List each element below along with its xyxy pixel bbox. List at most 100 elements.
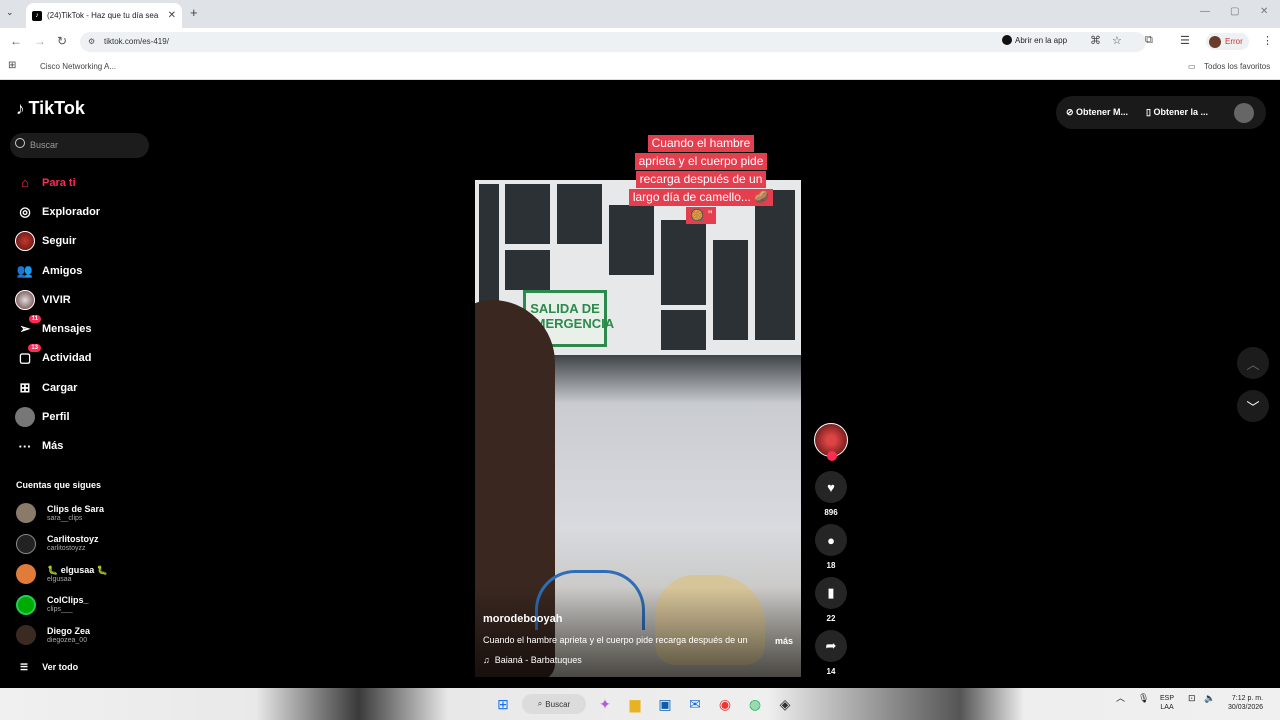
sidebar-nav: ⌂ Para ti ◎ Explorador Seguir 👥 Amigos V… bbox=[14, 168, 100, 461]
save-action[interactable]: ▮ 22 bbox=[813, 577, 849, 624]
comment-icon[interactable]: ● bbox=[815, 524, 847, 556]
following-section-title: Cuentas que sigues bbox=[16, 480, 102, 490]
browser-menu-icon[interactable]: ⋮ bbox=[1262, 34, 1273, 47]
sidebar-item-amigos[interactable]: 👥 Amigos bbox=[14, 256, 100, 285]
taskbar-search[interactable]: ⌕ Buscar bbox=[522, 694, 586, 714]
share-count: 14 bbox=[826, 667, 836, 676]
translate-icon[interactable]: ⌘ bbox=[1090, 34, 1101, 47]
user-avatar[interactable] bbox=[1234, 103, 1254, 123]
messages-icon: ➢ 11 bbox=[14, 315, 41, 340]
bookmark-all-favorites[interactable]: Todos los favoritos bbox=[1204, 62, 1270, 71]
apps-grid-icon[interactable]: ⊞ bbox=[8, 60, 16, 71]
tiktok-note-icon: ♪ bbox=[16, 98, 25, 118]
clock-time: 7:12 p. m. bbox=[1231, 695, 1264, 702]
file-explorer-icon[interactable]: ▆ bbox=[624, 693, 646, 715]
compass-icon: ◎ bbox=[19, 203, 31, 219]
account-name: ColClips_ bbox=[47, 595, 89, 606]
clock[interactable]: 7:12 p. m. 30/03/2026 bbox=[1228, 694, 1263, 712]
following-account[interactable]: ColClips_ clips___ bbox=[16, 590, 108, 621]
see-all-button[interactable]: ☰ Ver todo bbox=[20, 662, 78, 673]
get-coins-label: Obtener M... bbox=[1076, 107, 1129, 117]
sidebar-item-vivir[interactable]: VIVIR bbox=[14, 285, 100, 314]
maximize-icon[interactable]: ▢ bbox=[1230, 6, 1239, 17]
microphone-icon[interactable]: 🎙 bbox=[1138, 694, 1149, 703]
tab-title: (24)TikTok - Haz que tu día sea bbox=[47, 11, 159, 20]
caption-line: aprieta y el cuerpo pide bbox=[634, 153, 768, 170]
tab-close-icon[interactable]: ✕ bbox=[168, 10, 176, 21]
url-field[interactable]: ⚙ tiktok.com/es-419/ bbox=[80, 32, 1146, 52]
get-coins-button[interactable]: ⊘ Obtener M... bbox=[1066, 107, 1128, 118]
sidebar-item-seguir[interactable]: Seguir bbox=[14, 227, 100, 256]
volume-icon[interactable]: 🔈 bbox=[1204, 694, 1215, 703]
more-icon: ··· bbox=[18, 438, 32, 454]
next-video-button[interactable]: ﹀ bbox=[1237, 390, 1269, 422]
bookmark-icon[interactable]: ▮ bbox=[815, 577, 847, 609]
tab-tiktok[interactable]: ♪ (24)TikTok - Haz que tu día sea ✕ bbox=[26, 3, 182, 28]
url-text: tiktok.com/es-419/ bbox=[104, 37, 169, 46]
language-indicator[interactable]: ESP LAA bbox=[1160, 694, 1174, 712]
back-icon[interactable]: ← bbox=[10, 34, 22, 48]
video-music[interactable]: ♫ Baianá - Barbatuques bbox=[483, 655, 582, 665]
following-account[interactable]: Diego Zea diegozea_00 bbox=[16, 620, 108, 651]
sidebar-item-cargar[interactable]: ⊞ Cargar bbox=[14, 373, 100, 402]
taskbar-apps: ⊞ ⌕ Buscar ✦ ▆ ▣ ✉ ◉ ◍ ◈ bbox=[492, 693, 796, 715]
caption-line: recarga después de un bbox=[635, 171, 767, 188]
nav-label: Cargar bbox=[42, 381, 78, 394]
follow-plus-icon[interactable] bbox=[827, 451, 837, 461]
video-player[interactable]: SALIDA DE EMERGENCIA morodebooyah Cuando… bbox=[475, 180, 801, 677]
sidebar-item-mensajes[interactable]: ➢ 11 Mensajes bbox=[14, 314, 100, 343]
following-account[interactable]: Clips de Sara sara__clips bbox=[16, 498, 108, 529]
store-icon[interactable]: ▣ bbox=[654, 693, 676, 715]
reading-list-icon[interactable]: ☰ bbox=[1180, 34, 1190, 47]
windows-start-icon[interactable]: ⊞ bbox=[492, 693, 514, 715]
close-window-icon[interactable]: ✕ bbox=[1260, 6, 1268, 17]
heart-icon[interactable]: ♥ bbox=[815, 471, 847, 503]
get-app-button[interactable]: ▯ Obtener la ... bbox=[1146, 107, 1208, 118]
minimize-icon[interactable]: — bbox=[1200, 6, 1210, 17]
sidebar-item-actividad[interactable]: ▢ 13 Actividad bbox=[14, 344, 100, 373]
nav-label: Seguir bbox=[42, 235, 77, 248]
extensions-icon[interactable]: ⧉ bbox=[1145, 34, 1153, 47]
following-account[interactable]: 🐛 elgusaa 🐛 elgusaa bbox=[16, 559, 108, 590]
creator-avatar[interactable] bbox=[814, 423, 848, 461]
activity-badge: 13 bbox=[28, 344, 41, 353]
search-input[interactable]: Buscar bbox=[10, 133, 149, 158]
video-actions: ♥ 896 ● 18 ▮ 22 ➦ 14 bbox=[813, 423, 849, 683]
sidebar-item-perfil[interactable]: Perfil bbox=[14, 402, 100, 431]
bookmark-cisco[interactable]: Cisco Networking A... bbox=[40, 62, 116, 71]
site-info-icon[interactable]: ⚙ bbox=[88, 37, 95, 46]
share-action[interactable]: ➦ 14 bbox=[813, 630, 849, 677]
tiktok-logo[interactable]: ♪ TikTok bbox=[16, 98, 85, 119]
reload-icon[interactable]: ↻ bbox=[57, 34, 67, 48]
network-icon[interactable]: ⊡ bbox=[1188, 694, 1196, 703]
video-username[interactable]: morodebooyah bbox=[483, 613, 562, 625]
following-account[interactable]: Carlitostoyz carlitostoyzz bbox=[16, 529, 108, 560]
like-action[interactable]: ♥ 896 bbox=[813, 471, 849, 518]
sidebar-item-para-ti[interactable]: ⌂ Para ti bbox=[14, 168, 100, 197]
sidebar-item-mas[interactable]: ··· Más bbox=[14, 432, 100, 461]
account-avatar bbox=[16, 533, 36, 554]
profile-error-button[interactable]: Error bbox=[1206, 33, 1249, 50]
forward-icon[interactable]: → bbox=[34, 34, 46, 48]
account-avatar bbox=[16, 594, 36, 615]
list-icon: ☰ bbox=[20, 662, 29, 672]
more-button[interactable]: más bbox=[775, 636, 793, 646]
copilot-icon[interactable]: ✦ bbox=[594, 693, 616, 715]
clock-date: 30/03/2026 bbox=[1228, 704, 1264, 711]
active-app-icon[interactable]: ◈ bbox=[774, 693, 796, 715]
share-icon[interactable]: ➦ bbox=[815, 630, 847, 662]
tab-search-icon[interactable]: ⌄ bbox=[6, 7, 14, 18]
chrome-icon[interactable]: ◉ bbox=[714, 693, 736, 715]
tray-overflow-icon[interactable]: ︿ bbox=[1116, 694, 1125, 703]
error-label: Error bbox=[1225, 37, 1243, 46]
sidebar-item-explorador[interactable]: ◎ Explorador bbox=[14, 197, 100, 226]
open-in-app-button[interactable]: Abrir en la app bbox=[1002, 35, 1067, 45]
spotify-icon[interactable]: ◍ bbox=[744, 693, 766, 715]
bookmark-star-icon[interactable]: ☆ bbox=[1112, 34, 1122, 47]
music-note-icon: ♫ bbox=[483, 655, 490, 665]
new-tab-button[interactable]: + bbox=[190, 5, 198, 20]
account-avatar bbox=[16, 503, 36, 524]
previous-video-button[interactable]: ︿ bbox=[1237, 347, 1269, 379]
outlook-icon[interactable]: ✉ bbox=[684, 693, 706, 715]
comment-action[interactable]: ● 18 bbox=[813, 524, 849, 571]
